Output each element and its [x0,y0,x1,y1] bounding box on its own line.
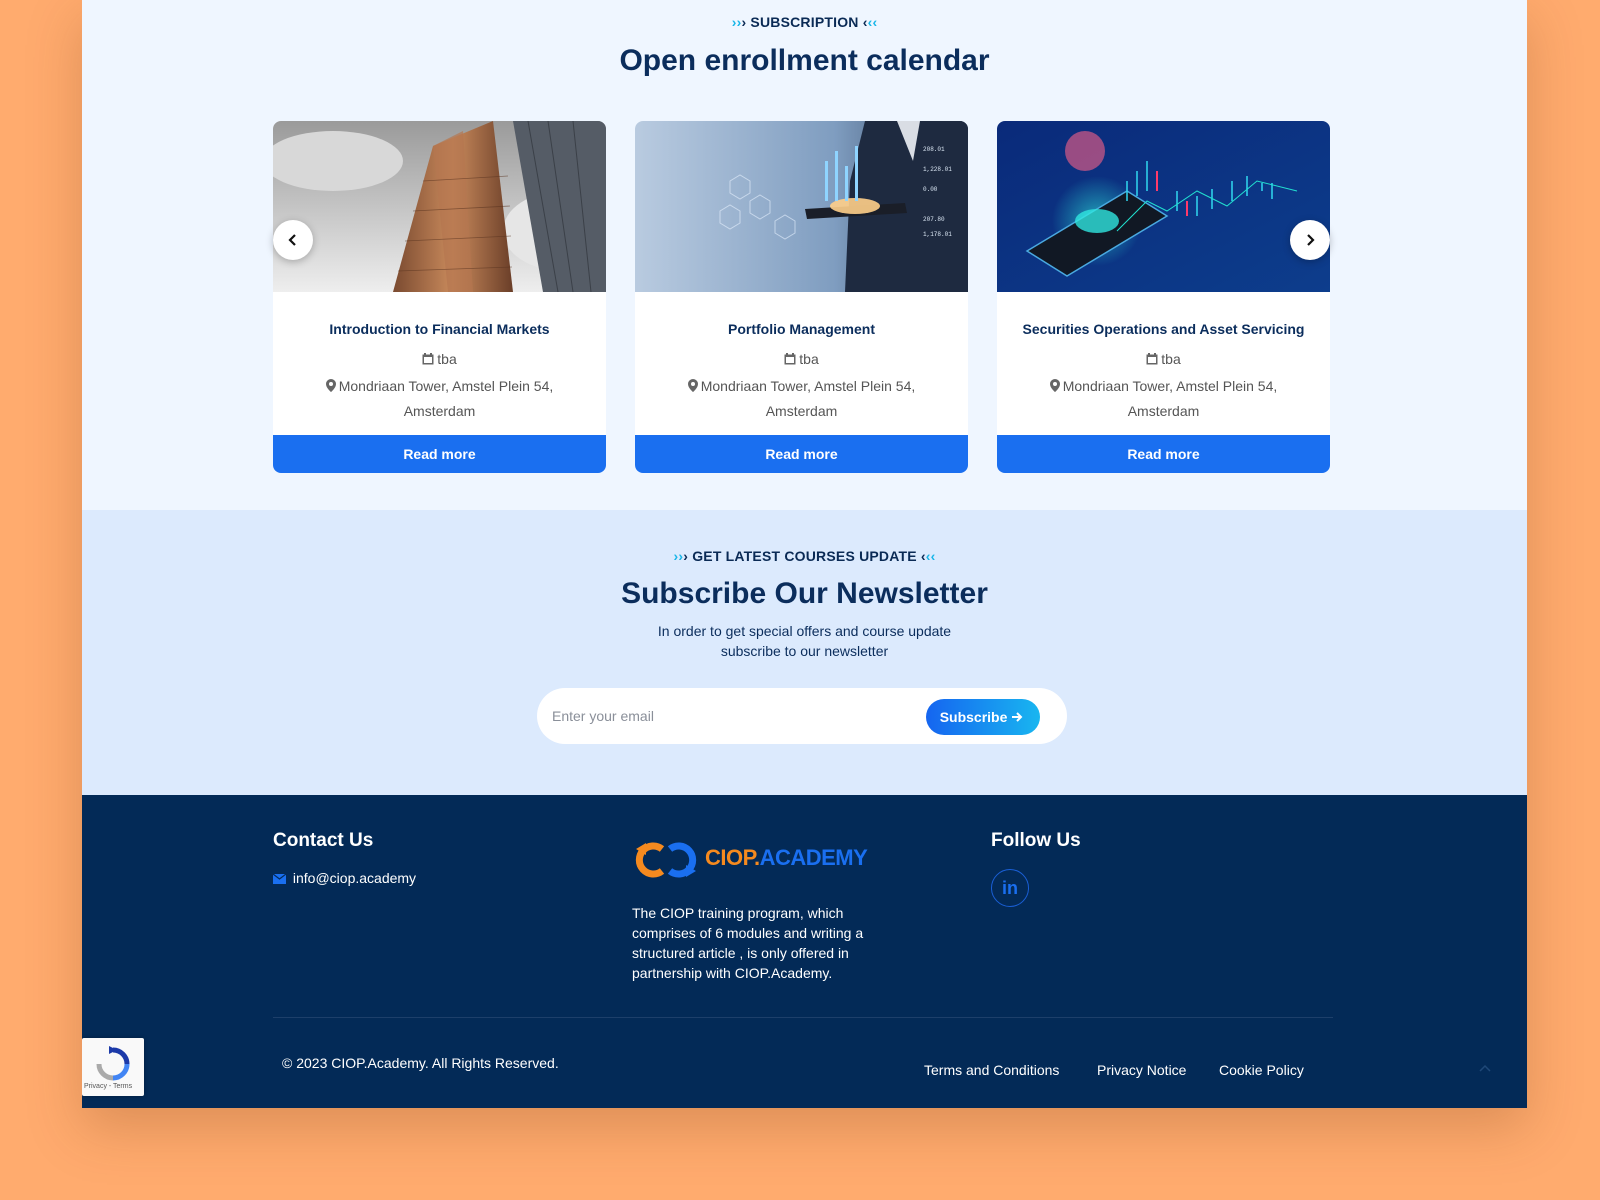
read-more-button[interactable]: Read more [273,435,606,473]
chevron-left-icon [288,234,296,246]
course-date: tba [273,351,606,367]
course-location: Mondriaan Tower, Amstel Plein 54, Amster… [303,374,576,424]
svg-text:0.00: 0.00 [923,186,938,193]
subscribe-button[interactable]: Subscribe [926,699,1040,735]
course-date: tba [997,351,1330,367]
map-pin-icon [325,379,336,392]
copyright: © 2023 CIOP.Academy. All Rights Reserved… [282,1055,559,1071]
logo-text-ciop: CIOP. [705,845,760,870]
read-more-button[interactable]: Read more [997,435,1330,473]
arrow-right-icon [1012,712,1023,722]
newsletter-eyebrow-text: GET LATEST COURSES UPDATE [692,548,917,564]
svg-text:1,228.01: 1,228.01 [923,166,952,173]
follow-title: Follow Us [991,830,1081,851]
newsletter-eyebrow: ››› GET LATEST COURSES UPDATE ‹‹‹ [82,548,1527,564]
course-date-text: tba [437,351,457,367]
course-title[interactable]: Introduction to Financial Markets [273,321,606,337]
footer: Contact Us info@ciop.academy CIOP.ACADEM… [82,795,1527,1108]
enrollment-eyebrow-text: SUBSCRIPTION [750,14,859,30]
logo-text: CIOP.ACADEMY [705,845,868,871]
newsletter-subtitle-line1: In order to get special offers and cours… [657,623,952,639]
course-location-text: Mondriaan Tower, Amstel Plein 54, Amster… [338,378,554,419]
footer-description: The CIOP training program, which compris… [632,905,864,981]
svg-text:207.80: 207.80 [923,216,945,223]
course-date: tba [635,351,968,367]
course-image-businessman-tablet: 208.01 1,228.01 0.00 207.80 1,178.01 [635,121,968,292]
svg-text:1,178.01: 1,178.01 [923,231,952,238]
enrollment-title: Open enrollment calendar [619,44,990,77]
arrows-right-icon: ‹ [872,14,878,30]
page-frame: ››› SUBSCRIPTION ‹‹‹ Open enrollment cal… [82,0,1527,1108]
linkedin-icon: in [1002,877,1018,898]
read-more-button[interactable]: Read more [635,435,968,473]
calendar-icon [784,353,796,365]
course-location-text: Mondriaan Tower, Amstel Plein 54, Amster… [700,378,916,419]
contact-email[interactable]: info@ciop.academy [273,870,416,886]
contact-title: Contact Us [273,830,374,851]
calendar-icon [422,353,434,365]
arrows-left-icon-3: › [741,14,747,30]
chevron-right-icon [1307,234,1315,246]
recaptcha-icon [96,1046,130,1081]
ciop-logo-icon [635,842,697,878]
envelope-icon [273,874,286,884]
newsletter-subtitle-line2: subscribe to our newsletter [720,643,889,659]
back-to-top-button[interactable] [1470,1053,1500,1083]
course-location: Mondriaan Tower, Amstel Plein 54, Amster… [1027,374,1300,424]
course-card: Securities Operations and Asset Servicin… [997,121,1330,473]
svg-text:208.01: 208.01 [923,146,945,153]
recaptcha-text: Privacy - Terms [84,1083,133,1090]
calendar-icon [1146,353,1158,365]
terms-link[interactable]: Terms and Conditions [924,1062,1059,1078]
carousel-next-button[interactable] [1290,220,1330,260]
course-image-buildings [273,121,606,292]
enrollment-section: ››› SUBSCRIPTION ‹‹‹ Open enrollment cal… [82,0,1527,510]
arrows-right-icon: ‹ [930,548,936,564]
course-title[interactable]: Securities Operations and Asset Servicin… [997,321,1330,337]
course-title[interactable]: Portfolio Management [635,321,968,337]
chevron-up-icon [1479,1064,1491,1072]
course-location: Mondriaan Tower, Amstel Plein 54, Amster… [665,374,938,424]
footer-divider [273,1017,1333,1018]
course-card: Introduction to Financial Markets tba Mo… [273,121,606,473]
privacy-link[interactable]: Privacy Notice [1097,1062,1186,1078]
email-input[interactable]: Enter your email [552,688,902,744]
subscribe-button-label: Subscribe [939,709,1008,725]
recaptcha-badge[interactable]: Privacy - Terms [82,1038,144,1096]
carousel-prev-button[interactable] [273,220,313,260]
map-pin-icon [687,379,698,392]
course-location-text: Mondriaan Tower, Amstel Plein 54, Amster… [1062,378,1278,419]
map-pin-icon [1049,379,1060,392]
linkedin-button[interactable]: in [991,869,1029,907]
course-date-text: tba [799,351,819,367]
enrollment-eyebrow: ››› SUBSCRIPTION ‹‹‹ [82,14,1527,30]
course-image-phone-chart [997,121,1330,292]
newsletter-title: Subscribe Our Newsletter [621,577,988,610]
logo-text-academy: ACADEMY [759,845,868,870]
contact-email-text: info@ciop.academy [292,870,417,886]
course-card: 208.01 1,228.01 0.00 207.80 1,178.01 Portfol… [635,121,968,473]
arrows-left-icon-3: › [683,548,689,564]
newsletter-section: ››› GET LATEST COURSES UPDATE ‹‹‹ Subscr… [82,510,1527,795]
course-date-text: tba [1161,351,1181,367]
cookie-link[interactable]: Cookie Policy [1219,1062,1304,1078]
newsletter-form: Enter your email Subscribe [537,688,1067,744]
